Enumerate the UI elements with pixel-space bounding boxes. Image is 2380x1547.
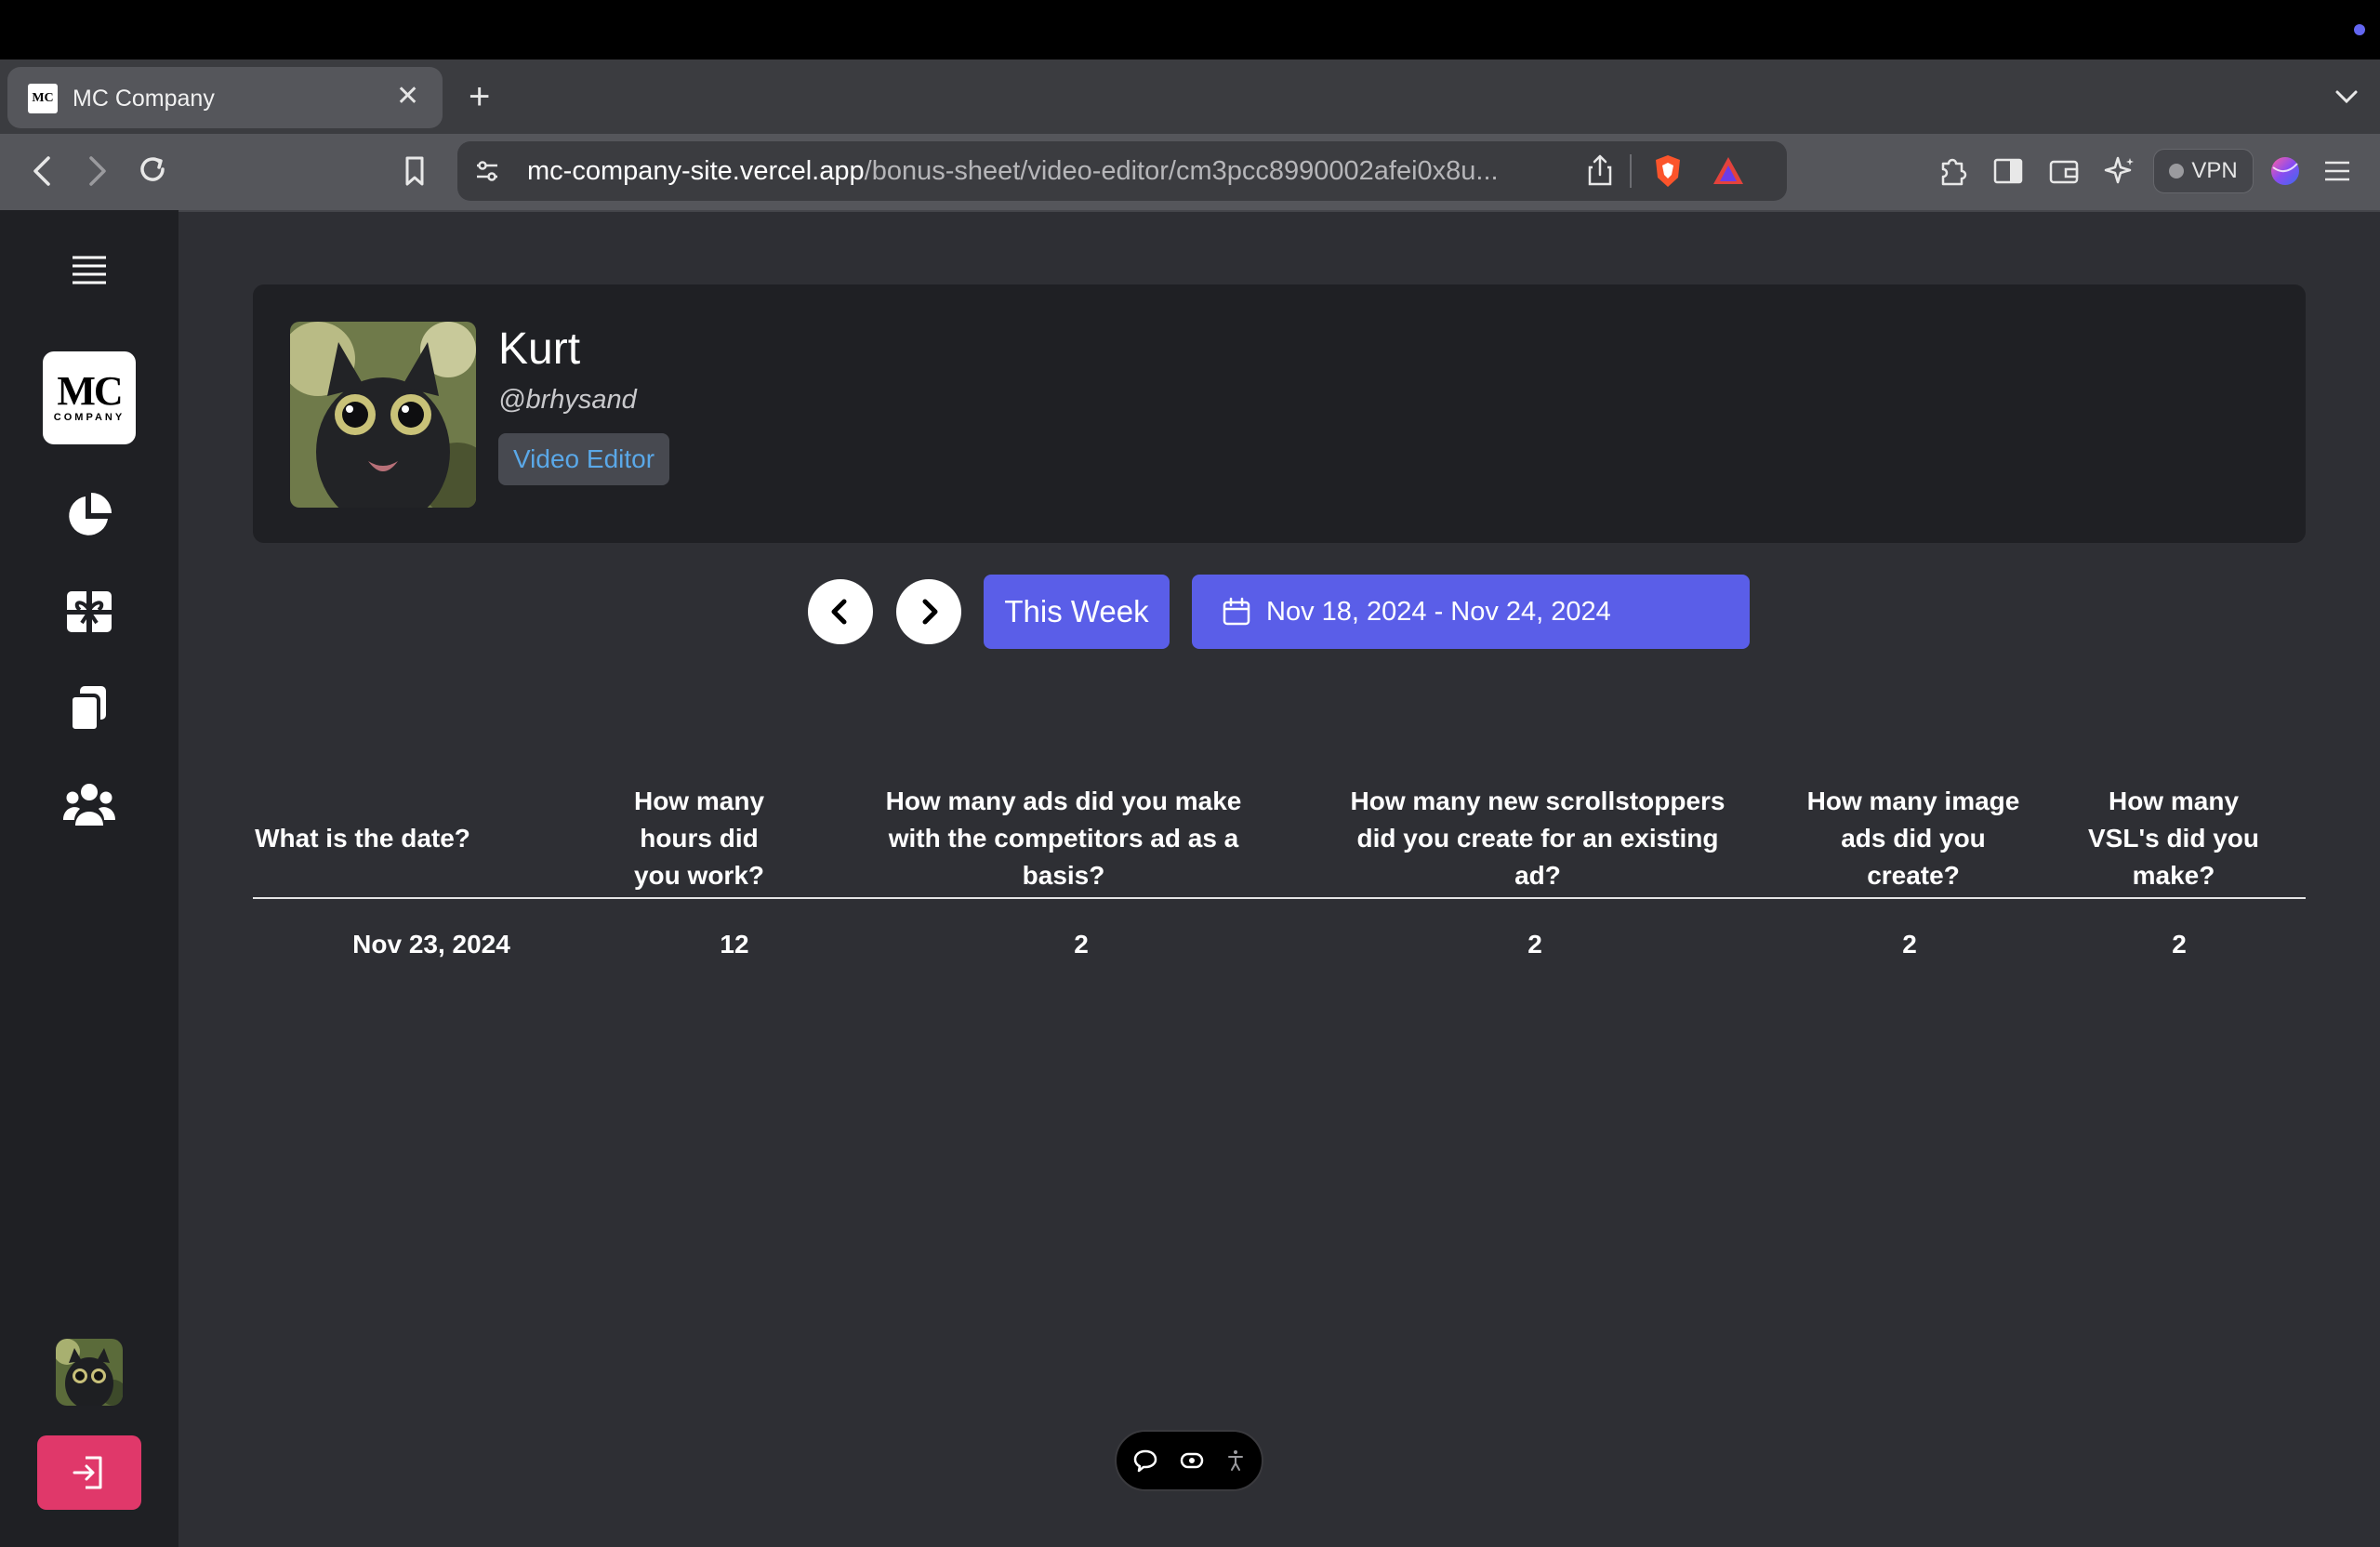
table-header-divider [253,897,2306,899]
copy-icon[interactable] [63,682,115,739]
table-header: How many image ads did you create? [1806,787,2020,890]
table-header: How many ads did you make with the compe… [885,787,1242,890]
extensions-icon[interactable] [1936,152,1969,194]
url-host: mc-company-site.vercel.app [527,156,865,186]
tab-favicon: MC [28,84,58,113]
back-icon[interactable] [26,152,60,194]
vpn-label: VPN [2191,158,2238,183]
calendar-icon [1223,597,1250,626]
tab-title: MC Company [73,86,215,112]
browser-menu-icon[interactable] [2320,154,2354,192]
leo-ai-icon[interactable] [2103,152,2136,194]
url-path: /bonus-sheet/video-editor/cm3pcc8990002a… [864,156,1499,186]
table-cell: 2 [1527,930,1542,959]
eye-icon[interactable] [1179,1448,1205,1474]
wallet-icon[interactable] [2047,154,2081,192]
table-header: How many new scrollstoppers did you crea… [1350,787,1726,890]
users-icon[interactable] [61,779,117,836]
chevron-left-icon [831,599,847,625]
company-logo[interactable]: MC COMPANY [43,351,136,444]
brave-shield-icon[interactable] [1651,152,1685,194]
url-text[interactable]: mc-company-site.vercel.app/bonus-sheet/v… [527,152,1499,190]
close-tab-icon[interactable]: ✕ [396,80,419,113]
table-cell: 12 [720,930,749,959]
brave-rewards-icon[interactable] [1711,154,1746,192]
table-header: What is the date? [255,824,470,853]
pie-chart-icon[interactable] [63,489,115,546]
previous-week-button[interactable] [808,579,873,644]
profile-handle: @brhysand [498,385,637,415]
table-cell: Nov 23, 2024 [352,930,510,959]
os-menu-bar [0,0,2380,60]
vpn-status-dot [2169,164,2185,178]
gift-icon[interactable] [63,586,115,642]
profile-avatar-icon[interactable] [2268,154,2302,192]
floating-toolbar [1115,1430,1263,1491]
reload-icon[interactable] [134,151,171,192]
table-cell: 2 [2172,930,2187,959]
next-week-button[interactable] [896,579,961,644]
share-icon[interactable] [1584,152,1616,194]
date-range-text: Nov 18, 2024 - Nov 24, 2024 [1266,596,1611,627]
new-tab-button[interactable]: + [469,76,490,117]
status-dot [2354,24,2365,35]
comment-icon[interactable] [1132,1448,1158,1474]
table-header: How many hours did you work? [633,787,765,890]
table-cell: 2 [1074,930,1089,959]
profile-name: Kurt [498,324,581,374]
role-badge: Video Editor [498,433,670,485]
vpn-button[interactable]: VPN [2153,149,2254,193]
chevron-right-icon [922,599,938,625]
date-range-picker[interactable]: Nov 18, 2024 - Nov 24, 2024 [1192,575,1750,649]
forward-icon[interactable] [80,152,113,194]
this-week-button[interactable]: This Week [984,575,1170,649]
table-cell: 2 [1902,930,1917,959]
logout-icon [73,1456,102,1489]
logo-company-text: COMPANY [53,412,126,423]
bookmark-icon[interactable] [398,152,431,194]
sidebar-toggle-icon[interactable] [1991,154,2025,192]
logout-button[interactable] [37,1435,141,1510]
address-divider [1630,154,1632,188]
site-settings-icon[interactable] [472,156,502,191]
user-avatar[interactable] [56,1339,123,1406]
table-header: How many VSL's did you make? [2087,787,2259,890]
hamburger-menu-icon[interactable] [71,253,108,291]
tab-list-chevron-icon[interactable] [2330,80,2363,113]
logo-mc-text: MC [57,368,123,414]
accessibility-icon[interactable] [1225,1448,1246,1474]
profile-photo [290,322,476,508]
